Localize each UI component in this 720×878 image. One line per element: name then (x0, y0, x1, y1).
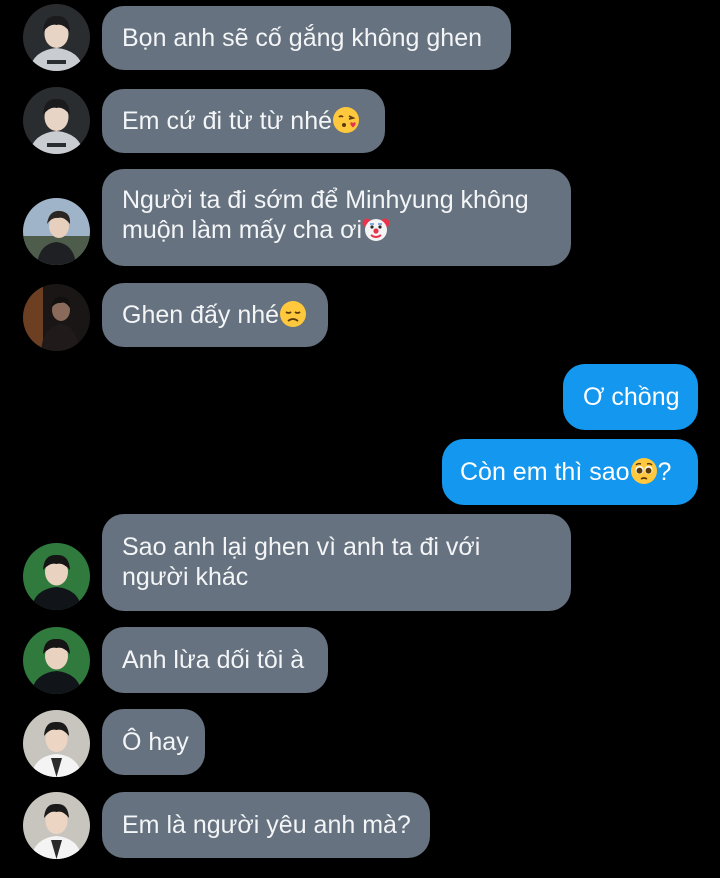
avatar[interactable] (23, 4, 90, 71)
message-text-line: người khác (122, 563, 249, 591)
green-background-boy-avatar (23, 627, 90, 694)
message-bubble[interactable]: Bọn anh sẽ cố gắng không ghen (102, 6, 511, 70)
avatar[interactable] (23, 198, 90, 265)
avatar[interactable] (23, 87, 90, 154)
message-bubble[interactable]: Anh lừa dối tôi à (102, 627, 328, 693)
message-text: Còn em thì sao (460, 458, 630, 486)
message-text-line: Sao anh lại ghen vì anh ta đi với (122, 533, 481, 561)
green-background-boy-avatar (23, 543, 90, 610)
message-text: Em là người yêu anh mà? (122, 811, 411, 839)
message-bubble[interactable]: Ô hay (102, 709, 205, 775)
avatar[interactable] (23, 710, 90, 777)
message-text-line: muộn làm mấy cha ơi (122, 216, 363, 244)
avatar[interactable] (23, 543, 90, 610)
outdoor-boy-avatar (23, 198, 90, 265)
message-bubble[interactable]: Em cứ đi từ từ nhé (102, 89, 385, 153)
message-text: Ơ chồng (583, 383, 680, 411)
kissing-heart-emoji-icon (332, 106, 360, 134)
message-text-line: Người ta đi sớm để Minhyung không (122, 186, 529, 214)
chat-thread: Bọn anh sẽ cố gắng không ghen Em cứ đi t… (0, 0, 720, 878)
dark-portrait-avatar (23, 284, 90, 351)
clown-face-emoji-icon (362, 215, 390, 243)
message-bubble[interactable]: Sao anh lại ghen vì anh ta đi với người … (102, 514, 571, 611)
disappointed-face-emoji-icon (279, 300, 307, 328)
message-bubble[interactable]: Em là người yêu anh mà? (102, 792, 430, 858)
message-text: Ghen đấy nhé (122, 301, 280, 329)
message-text: Em cứ đi từ từ nhé (122, 107, 332, 135)
white-jacket-boy-avatar (23, 710, 90, 777)
message-text-suffix: ? (657, 458, 672, 486)
message-text: Bọn anh sẽ cố gắng không ghen (122, 24, 483, 52)
message-text: Ô hay (122, 728, 189, 756)
gray-hoodie-boy-avatar (23, 87, 90, 154)
gray-hoodie-boy-avatar (23, 4, 90, 71)
pleading-face-emoji-icon (630, 457, 658, 485)
sent-message-bubble[interactable]: Ơ chồng (563, 364, 698, 430)
avatar[interactable] (23, 627, 90, 694)
message-text: Anh lừa dối tôi à (122, 646, 305, 674)
message-bubble[interactable]: Người ta đi sớm để Minhyung không muộn l… (102, 169, 571, 266)
white-jacket-boy-avatar (23, 792, 90, 859)
avatar[interactable] (23, 792, 90, 859)
sent-message-bubble[interactable]: Còn em thì sao? (442, 439, 698, 505)
message-bubble[interactable]: Ghen đấy nhé (102, 283, 328, 347)
avatar[interactable] (23, 284, 90, 351)
